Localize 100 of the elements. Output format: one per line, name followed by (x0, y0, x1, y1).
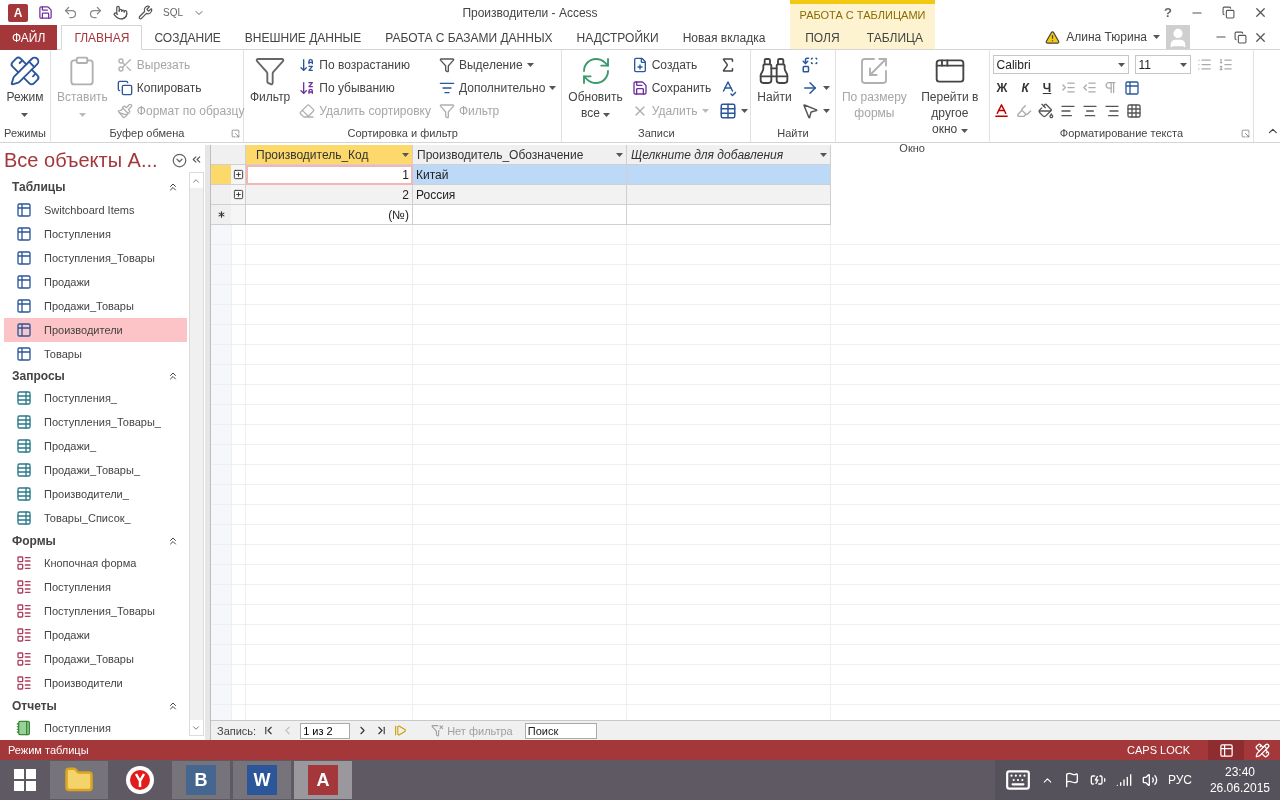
section-header[interactable]: Формы (4, 530, 187, 552)
navigation-item[interactable]: Поступления (4, 221, 187, 246)
ribbon-button[interactable]: Режим (3, 53, 47, 123)
navigation-item[interactable]: Продажи (4, 623, 187, 648)
battery-icon[interactable] (1089, 772, 1106, 788)
ribbon-button[interactable]: Найти (754, 53, 795, 107)
launcher-icon[interactable] (231, 129, 240, 138)
section-header[interactable]: Запросы (4, 365, 187, 387)
navigation-item[interactable]: Продажи (4, 269, 187, 294)
signal-icon[interactable] (1115, 772, 1132, 788)
section-header[interactable]: Таблицы (4, 176, 187, 198)
ribbon-button[interactable]: Создать (629, 53, 714, 76)
navigation-item[interactable]: Товары (4, 341, 187, 366)
restore-icon[interactable] (1222, 6, 1235, 19)
ribbon-tab[interactable]: НАДСТРОЙКИ (564, 25, 671, 50)
ribbon-tab[interactable]: ПОЛЯ (790, 25, 855, 50)
ribbon-button[interactable]: Обновить все (565, 53, 626, 123)
sql-button[interactable]: SQL (163, 7, 183, 18)
warning-icon (1045, 29, 1061, 45)
funnel-icon (439, 56, 455, 73)
undo-icon[interactable] (63, 5, 78, 20)
font-style-button[interactable]: К (1017, 80, 1033, 95)
table-icon (16, 201, 32, 218)
ribbon-tab[interactable]: ТАБЛИЦА (854, 25, 935, 50)
wrench-icon[interactable] (138, 5, 153, 20)
navigation-item[interactable]: Продажи_Товары (4, 293, 187, 318)
taskbar-app[interactable]: B (172, 761, 230, 799)
record-number-field[interactable]: 1 из 2 (300, 722, 351, 739)
menu-icon[interactable] (172, 153, 187, 169)
clock-date: 26.06.2015 (1209, 781, 1270, 795)
volume-icon[interactable] (1141, 772, 1158, 788)
navigation-item[interactable]: Поступления (4, 575, 187, 600)
column-header[interactable]: Производитель_Обозначение (413, 145, 627, 165)
expand-icon[interactable] (232, 169, 244, 180)
navigation-item[interactable]: Switchboard Items (4, 197, 187, 222)
ribbon-button[interactable]: Выделение (437, 53, 559, 76)
table-cell: (№) (246, 205, 413, 225)
ribbon-tab[interactable]: СОЗДАНИЕ (142, 25, 233, 50)
restore-icon[interactable] (1234, 30, 1247, 44)
taskbar-app[interactable] (50, 761, 108, 799)
font-style-button[interactable]: Ж (992, 80, 1012, 95)
vk-logo: B (186, 765, 216, 795)
taskbar-app[interactable]: A (294, 761, 352, 799)
group-label: Режимы (4, 126, 46, 141)
save-icon[interactable] (38, 5, 53, 20)
report-icon (16, 719, 32, 736)
font-style-button[interactable]: Ч (1038, 80, 1056, 95)
ribbon-button[interactable]: По возрастанию (297, 53, 433, 76)
navigation-item[interactable]: Поступления_Товары (4, 245, 187, 270)
navigation-item[interactable]: Производители (4, 671, 187, 696)
ribbon-tab[interactable]: РАБОТА С БАЗАМИ ДАННЫХ (373, 25, 565, 50)
ribbon-button[interactable]: Копировать (114, 76, 247, 99)
form-icon (16, 651, 32, 668)
ribbon-tab[interactable]: Новая вкладка (670, 25, 778, 50)
language-indicator[interactable]: РУС (1167, 773, 1192, 787)
column-header[interactable]: Производитель_Код (246, 145, 413, 165)
caret-icon (1153, 35, 1160, 39)
navigation-item[interactable]: Товары_Список_ (4, 506, 187, 531)
caret-icon (1117, 62, 1125, 67)
window-title: Производители - Access (461, 5, 599, 20)
ribbon-button[interactable]: Фильтр (247, 53, 294, 107)
form-icon (16, 675, 32, 692)
keyboard-icon[interactable] (1004, 767, 1031, 793)
navigation-item[interactable]: Кнопочная форма (4, 551, 187, 576)
column-header[interactable]: Щелкните для добавления (627, 145, 831, 165)
search-field[interactable]: Поиск (524, 722, 597, 739)
ribbon-button[interactable]: Сохранить (629, 76, 714, 99)
navigation-item[interactable]: Продажи_ (4, 434, 187, 459)
redo-icon[interactable] (88, 5, 103, 20)
navigation-item[interactable]: Продажи_Товары_ (4, 458, 187, 483)
ribbon-button[interactable]: По убыванию (297, 76, 433, 99)
font-name-dropdown[interactable]: Calibri (992, 55, 1129, 74)
navigation-item[interactable]: Продажи_Товары (4, 647, 187, 672)
navigation-item[interactable]: Производители (4, 317, 187, 342)
expand-icon[interactable] (232, 189, 244, 200)
close-icon[interactable] (1253, 5, 1268, 20)
touch-icon[interactable] (113, 5, 128, 20)
section-header[interactable]: Отчеты (4, 695, 187, 716)
navigation-item[interactable]: Производители_ (4, 482, 187, 507)
ribbon-button[interactable]: Дополнительно (437, 76, 559, 99)
ribbon-button[interactable]: Перейти в другое окно (914, 53, 986, 139)
caret-icon (616, 152, 623, 157)
query-icon (16, 486, 32, 503)
taskbar-app[interactable]: W (233, 761, 291, 799)
font-size-dropdown[interactable]: 11 (1134, 55, 1191, 74)
caret-icon (21, 113, 29, 117)
navigation-item[interactable]: Поступления_Товары (4, 599, 187, 624)
ribbon-tab[interactable]: ФАЙЛ (0, 25, 58, 50)
navigation-item[interactable]: Поступления_Товары_ (4, 410, 187, 435)
table-icon (16, 249, 32, 266)
ribbon-tab[interactable]: ГЛАВНАЯ (61, 25, 143, 50)
flag-icon[interactable] (1063, 772, 1080, 788)
navigation-item[interactable]: Поступления_ (4, 386, 187, 411)
launcher-icon[interactable] (1241, 129, 1251, 138)
view-button[interactable] (1208, 740, 1244, 760)
table-icon (1218, 742, 1234, 758)
ribbon-tab[interactable]: ВНЕШНИЕ ДАННЫЕ (232, 25, 374, 50)
row-selector[interactable] (211, 205, 231, 225)
help-button[interactable]: ? (1164, 5, 1172, 20)
user-name[interactable]: Алина Тюрина (1066, 30, 1147, 44)
